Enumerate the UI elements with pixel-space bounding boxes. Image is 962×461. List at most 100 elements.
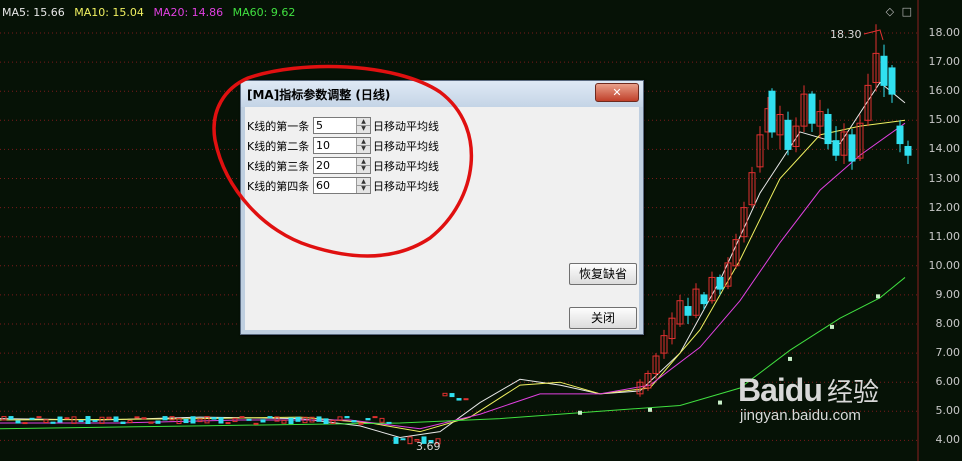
candle-up[interactable]	[636, 379, 644, 397]
candle-down[interactable]	[400, 438, 406, 441]
candle-down[interactable]	[288, 417, 294, 425]
candle-up[interactable]	[36, 416, 42, 419]
candle-up[interactable]	[197, 418, 203, 423]
price-tick-label: 9.00	[935, 287, 961, 301]
candle-up[interactable]	[652, 353, 660, 380]
spin-down-icon[interactable]: ▼	[357, 185, 370, 192]
candle-up[interactable]	[64, 417, 70, 420]
candle-body	[824, 113, 832, 145]
candle-body	[768, 90, 776, 133]
candle-down[interactable]	[684, 297, 692, 324]
candle-down[interactable]	[449, 393, 455, 398]
candle-body	[716, 276, 724, 290]
ma10-legend: MA10: 15.04	[74, 6, 144, 19]
candle-up[interactable]	[748, 166, 756, 208]
candle-up[interactable]	[141, 417, 147, 420]
candle-down[interactable]	[808, 91, 816, 132]
candle-up[interactable]	[127, 420, 133, 424]
close-button[interactable]: 关闭	[569, 307, 637, 329]
candle-down[interactable]	[880, 44, 888, 98]
candle-down[interactable]	[246, 418, 252, 421]
close-icon[interactable]: ✕	[595, 83, 639, 102]
candle-down[interactable]	[211, 417, 217, 420]
candle-down[interactable]	[393, 437, 399, 444]
param-spinbox-4[interactable]: 60 ▲ ▼	[313, 177, 371, 194]
param-spinbox-1[interactable]: 5 ▲ ▼	[313, 117, 371, 134]
candle-up[interactable]	[692, 283, 700, 319]
candle-up[interactable]	[864, 73, 872, 127]
candle-down[interactable]	[386, 421, 392, 424]
candle-down[interactable]	[78, 420, 84, 423]
candle-up[interactable]	[776, 105, 784, 150]
candle-up[interactable]	[676, 294, 684, 327]
candle-down[interactable]	[344, 416, 350, 419]
candle-down[interactable]	[29, 417, 35, 420]
candle-down[interactable]	[8, 416, 14, 420]
candle-up[interactable]	[816, 99, 824, 138]
candle-up[interactable]	[800, 85, 808, 132]
candle-down[interactable]	[260, 419, 266, 423]
candle-down[interactable]	[888, 65, 896, 103]
candle-down[interactable]	[316, 416, 322, 422]
candle-up[interactable]	[740, 201, 748, 243]
candle-down[interactable]	[267, 416, 273, 419]
candle-up[interactable]	[253, 422, 259, 425]
param-value-2[interactable]: 10	[316, 139, 330, 152]
candle-down[interactable]	[824, 108, 832, 150]
candle-down[interactable]	[700, 291, 708, 310]
spin-buttons-1[interactable]: ▲ ▼	[356, 118, 370, 133]
spin-down-icon[interactable]: ▼	[357, 125, 370, 132]
candle-down[interactable]	[365, 418, 371, 421]
price-tick-label: 18.00	[928, 26, 961, 39]
param-value-4[interactable]: 60	[316, 179, 330, 192]
candle-up[interactable]	[379, 417, 385, 423]
candle-down[interactable]	[92, 419, 98, 422]
candle-up[interactable]	[358, 422, 364, 425]
candle-down[interactable]	[768, 88, 776, 138]
candle-up[interactable]	[281, 420, 287, 424]
candle-down[interactable]	[57, 416, 63, 423]
candle-down[interactable]	[15, 420, 21, 424]
candle-up[interactable]	[239, 416, 245, 419]
candle-up[interactable]	[756, 126, 764, 173]
candle-down[interactable]	[113, 416, 119, 422]
candle-down[interactable]	[784, 111, 792, 156]
candle-down[interactable]	[85, 416, 91, 425]
spin-down-icon[interactable]: ▼	[357, 165, 370, 172]
square-icon[interactable]: □	[902, 5, 912, 18]
spin-buttons-3[interactable]: ▲ ▼	[356, 158, 370, 173]
candle-down[interactable]	[162, 416, 168, 421]
restore-default-button[interactable]: 恢复缺省	[569, 263, 637, 285]
candle-down[interactable]	[155, 420, 161, 424]
spin-buttons-4[interactable]: ▲ ▼	[356, 178, 370, 193]
spin-down-icon[interactable]: ▼	[357, 145, 370, 152]
candle-down[interactable]	[351, 420, 357, 423]
candle-up[interactable]	[668, 312, 676, 345]
candle-down[interactable]	[456, 398, 462, 401]
candle-down[interactable]	[190, 416, 196, 424]
candle-down[interactable]	[323, 418, 329, 425]
diamond-icon[interactable]: ◇	[886, 5, 894, 18]
candle-down[interactable]	[183, 418, 189, 424]
candle-up[interactable]	[225, 422, 231, 425]
param-spinbox-2[interactable]: 10 ▲ ▼	[313, 137, 371, 154]
candle-down[interactable]	[50, 421, 56, 424]
candle-down[interactable]	[120, 421, 126, 425]
candle-down[interactable]	[904, 140, 912, 164]
candle-up[interactable]	[872, 24, 880, 92]
candle-up[interactable]	[372, 416, 378, 419]
dialog-titlebar[interactable]: [MA]指标参数调整 (日线) ✕	[241, 81, 643, 107]
param-value-1[interactable]: 5	[316, 119, 323, 132]
candle-down[interactable]	[295, 416, 301, 422]
candle-up[interactable]	[134, 416, 140, 419]
candle-up[interactable]	[660, 329, 668, 359]
spin-buttons-2[interactable]: ▲ ▼	[356, 138, 370, 153]
candle-up[interactable]	[463, 398, 469, 401]
candle-up[interactable]	[43, 419, 49, 423]
param-spinbox-3[interactable]: 20 ▲ ▼	[313, 157, 371, 174]
candle-up[interactable]	[106, 416, 112, 420]
candle-up[interactable]	[442, 392, 448, 397]
candle-up[interactable]	[22, 422, 28, 425]
param-value-3[interactable]: 20	[316, 159, 330, 172]
candle-down[interactable]	[218, 417, 224, 424]
